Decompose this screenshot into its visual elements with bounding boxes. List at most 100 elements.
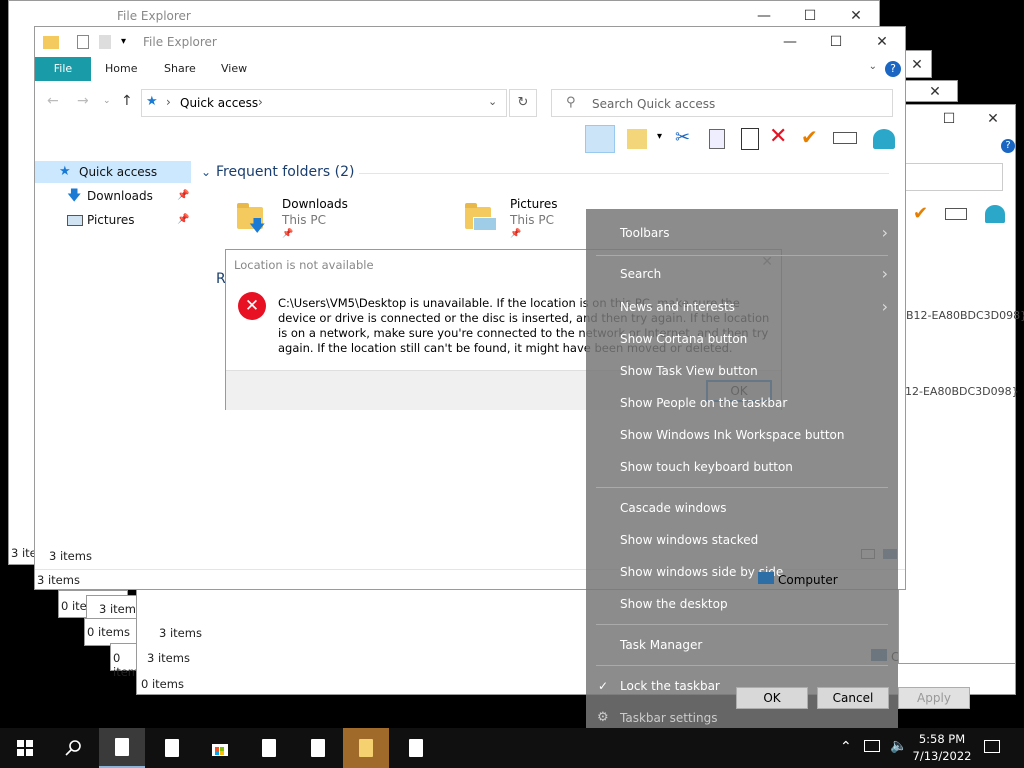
nav-item-quick-access[interactable]: ★ Quick access <box>35 161 191 183</box>
tab-file[interactable]: File <box>35 57 91 81</box>
search-placeholder: Search Quick access <box>592 97 716 111</box>
checkmark-icon[interactable]: ✔ <box>801 125 818 149</box>
address-bar[interactable]: ★ › Quick access › ⌄ <box>141 89 507 117</box>
address-text[interactable]: Quick access <box>180 96 258 110</box>
layout-icon[interactable] <box>627 129 647 149</box>
close-icon[interactable]: ✕ <box>973 105 1013 133</box>
help-icon[interactable]: ? <box>885 61 901 77</box>
close-icon[interactable]: ✕ <box>859 27 905 57</box>
shell-icon[interactable] <box>873 129 895 149</box>
new-folder-icon[interactable] <box>99 35 111 49</box>
menu-item-news[interactable]: News and interests › <box>586 293 898 321</box>
pin-icon[interactable]: 📌 <box>177 209 189 231</box>
menu-item-toolbars[interactable]: Toolbars › <box>586 219 898 247</box>
star-icon: ★ <box>146 94 158 109</box>
menu-item-side-by-side[interactable]: Show windows side by side <box>586 558 898 586</box>
menu-item-label: Show Cortana button <box>620 332 748 346</box>
cut-icon[interactable]: ✂ <box>675 127 690 148</box>
nav-item-pictures[interactable]: Pictures 📌 <box>35 209 191 231</box>
frequent-folders-header[interactable]: Frequent folders (2) <box>216 164 355 180</box>
menu-item-people[interactable]: Show People on the taskbar <box>586 389 898 417</box>
copy-icon[interactable] <box>709 129 725 149</box>
menu-item-ink[interactable]: Show Windows Ink Workspace button <box>586 421 898 449</box>
pin-icon: 📌 <box>282 229 294 239</box>
close-icon[interactable]: ✕ <box>921 81 949 103</box>
volume-icon[interactable]: 🔈 <box>890 738 907 754</box>
frequent-chevron-icon[interactable]: ⌄ <box>201 165 211 179</box>
folder-tile-downloads[interactable]: 🡇 Downloads This PC 📌 <box>231 197 431 243</box>
paste-icon[interactable] <box>741 128 759 150</box>
computer-icon <box>758 572 774 584</box>
taskbar-app-notepad-active[interactable] <box>99 728 145 768</box>
navigation-pane-icon[interactable] <box>585 125 615 153</box>
tab-view[interactable]: View <box>221 57 247 81</box>
taskbar-app-store[interactable] <box>197 728 243 768</box>
search-button[interactable] <box>50 728 96 768</box>
forward-icon[interactable]: → <box>77 93 89 109</box>
chevron-down-icon[interactable]: ▾ <box>121 36 126 47</box>
bottom-ok-button[interactable]: OK <box>736 687 808 709</box>
taskbar: ⌃ 🔈 5:58 PM 7/13/2022 <box>0 728 1024 768</box>
clock-date[interactable]: 7/13/2022 <box>912 749 972 763</box>
rename-icon[interactable] <box>833 132 857 144</box>
pin-icon[interactable]: 📌 <box>177 185 189 207</box>
menu-item-stacked[interactable]: Show windows stacked <box>586 526 898 554</box>
chevron-up-icon[interactable]: ⌃ <box>840 739 852 755</box>
menu-item-task-manager[interactable]: Task Manager <box>586 631 898 659</box>
ribbon-expand-icon[interactable]: ⌄ <box>869 61 877 72</box>
refresh-icon[interactable]: ↻ <box>509 89 537 117</box>
chevron-right-icon: › <box>881 297 888 316</box>
checkmark-icon[interactable]: ✔ <box>913 203 928 224</box>
minimize-icon[interactable]: — <box>767 27 813 57</box>
document-icon <box>115 738 129 756</box>
menu-item-show-desktop[interactable]: Show the desktop <box>586 590 898 618</box>
taskbar-app-notepad-2[interactable] <box>149 728 195 768</box>
tab-share[interactable]: Share <box>164 57 196 81</box>
bottom-cancel-button[interactable]: Cancel <box>817 687 889 709</box>
taskbar-app-notepad-6[interactable] <box>393 728 439 768</box>
delete-icon[interactable]: ✕ <box>769 124 787 149</box>
shell-icon[interactable] <box>985 205 1005 223</box>
address-chevron-icon[interactable]: › <box>258 95 263 109</box>
layout-dropdown-icon[interactable]: ▾ <box>657 131 662 142</box>
close-icon[interactable]: ✕ <box>903 51 931 79</box>
search-box[interactable]: ⚲ Search Quick access <box>551 89 893 117</box>
taskbar-app-notepad-5[interactable] <box>343 728 389 768</box>
menu-item-task-view[interactable]: Show Task View button <box>586 357 898 385</box>
search-icon <box>65 740 81 756</box>
tab-home[interactable]: Home <box>105 57 137 81</box>
back-icon[interactable]: ← <box>47 93 59 109</box>
main-window-title: File Explorer <box>143 35 217 49</box>
menu-item-search[interactable]: Search › <box>586 260 898 288</box>
maximize-icon[interactable]: ☐ <box>813 27 859 57</box>
clock-time[interactable]: 5:58 PM <box>918 732 966 746</box>
address-dropdown-icon[interactable]: ⌄ <box>488 95 497 108</box>
bg-window-right-2: ✕ <box>904 80 958 102</box>
bottom-apply-button[interactable]: Apply <box>898 687 970 709</box>
menu-item-label: Cascade windows <box>620 501 727 515</box>
folder-name: Downloads <box>282 197 348 211</box>
up-icon[interactable]: ↑ <box>121 93 133 109</box>
menu-item-cortana[interactable]: Show Cortana button <box>586 325 898 353</box>
nav-item-downloads[interactable]: 🡇 Downloads 📌 <box>35 185 191 207</box>
menu-item-touch-keyboard[interactable]: Show touch keyboard button <box>586 453 898 481</box>
notification-icon[interactable] <box>984 740 1000 753</box>
properties-icon[interactable] <box>77 35 89 49</box>
maximize-icon[interactable]: ☐ <box>929 105 969 133</box>
address-separator-icon[interactable]: › <box>166 95 171 109</box>
help-icon[interactable]: ? <box>1001 139 1015 153</box>
menu-separator <box>596 624 888 625</box>
menu-item-cascade[interactable]: Cascade windows <box>586 494 898 522</box>
bg-search-box[interactable] <box>899 163 1003 191</box>
taskbar-app-notepad-3[interactable] <box>246 728 292 768</box>
start-button[interactable] <box>2 728 48 768</box>
taskbar-app-notepad-4[interactable] <box>295 728 341 768</box>
rename-icon[interactable] <box>945 208 967 220</box>
menu-item-label: News and interests <box>620 300 735 314</box>
recent-locations-icon[interactable]: ⌄ <box>103 96 111 106</box>
main-titlebar[interactable]: ▾ File Explorer — ☐ ✕ <box>35 27 905 57</box>
menu-item-label: Taskbar settings <box>620 711 718 725</box>
bg-window-6-status-a: 3 items <box>159 626 202 640</box>
network-icon[interactable] <box>864 740 880 752</box>
document-icon <box>409 739 423 757</box>
